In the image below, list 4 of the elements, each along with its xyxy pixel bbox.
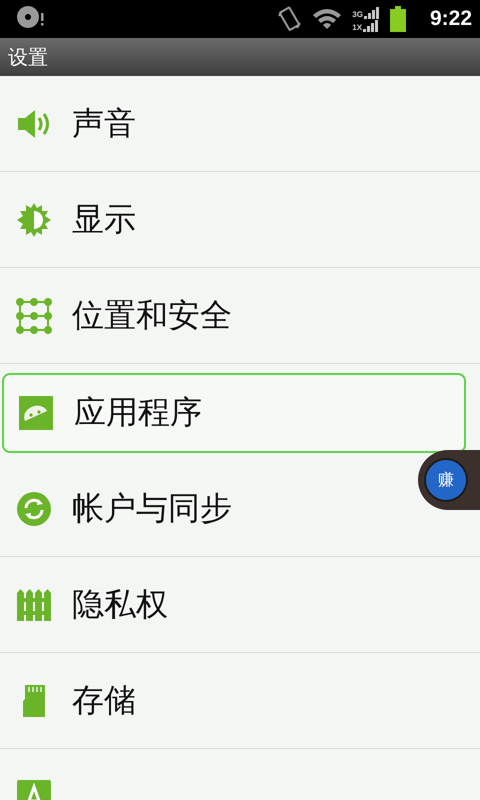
network-label: 1X: [352, 24, 362, 32]
clock-time: 9:22: [430, 7, 472, 31]
network-label: 3G: [352, 11, 363, 19]
screen-title: 设置: [8, 44, 48, 70]
